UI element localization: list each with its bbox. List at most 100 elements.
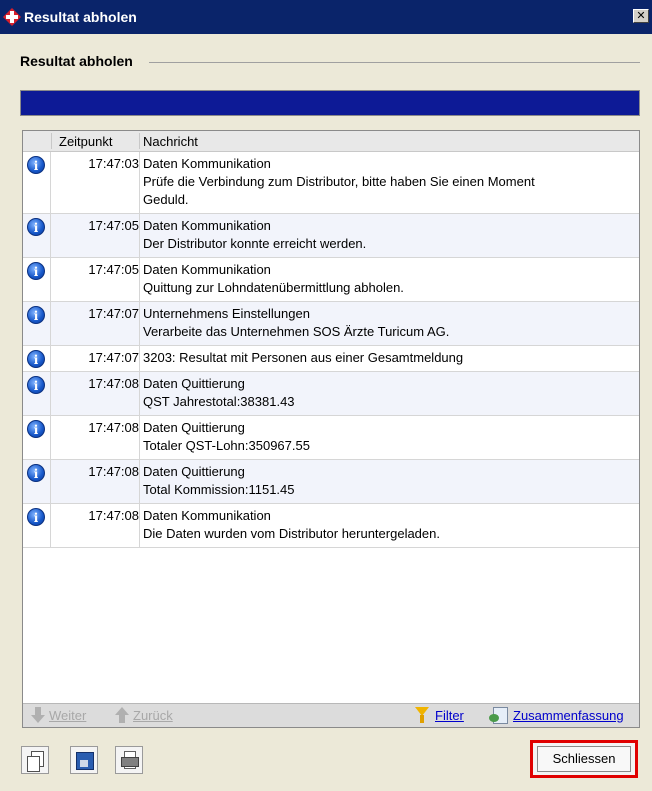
title-bar: Resultat abholen ✕ (0, 0, 652, 34)
column-separator (139, 504, 140, 547)
table-row[interactable]: i 17:47:05 Daten Kommunikation Der Distribu… (23, 214, 639, 258)
filter-icon (415, 707, 429, 723)
row-message-line: Daten Quittierung (143, 376, 245, 391)
row-message-line: 3203: Resultat mit Personen aus einer Ge… (143, 350, 464, 365)
row-message-line: QST Jahrestotal:38381.43 (143, 394, 295, 409)
row-message: Daten Quittierung Total Kommission:1151.4… (143, 460, 639, 503)
row-message-line: Daten Quittierung (143, 420, 245, 435)
row-message-line: Daten Kommunikation (143, 218, 271, 233)
row-message: Daten Kommunikation Die Daten wurden vom … (143, 504, 639, 547)
column-separator (139, 346, 140, 371)
filter-label: Filter (435, 707, 464, 723)
column-separator (139, 372, 140, 415)
row-icon-cell: i (23, 214, 51, 257)
window-close-button[interactable]: ✕ (633, 9, 649, 23)
row-time: 17:47:03 (88, 156, 139, 171)
column-header-message[interactable]: Nachricht (143, 134, 198, 149)
column-separator (139, 133, 140, 149)
row-message-line: Verarbeite das Unternehmen SOS Ärzte Tur… (143, 324, 450, 339)
info-icon: i (27, 156, 45, 174)
group-header: Resultat abholen (20, 52, 640, 70)
row-time: 17:47:07 (88, 350, 139, 365)
column-separator (139, 460, 140, 503)
row-message-line: Totaler QST-Lohn:350967.55 (143, 438, 310, 453)
column-header-time[interactable]: Zeitpunkt (59, 134, 112, 149)
column-separator (51, 133, 52, 149)
info-icon: i (27, 420, 45, 438)
next-label: Weiter (49, 707, 87, 723)
row-icon-cell: i (23, 302, 51, 345)
row-time: 17:47:08 (88, 376, 139, 391)
info-icon: i (27, 350, 45, 368)
summary-link[interactable]: Zusammenfassung (489, 707, 624, 724)
table-header: Zeitpunkt Nachricht (23, 131, 639, 152)
info-icon: i (27, 508, 45, 526)
table-row[interactable]: i 17:47:08 Daten Quittierung Total Kommissi… (23, 460, 639, 504)
table-row[interactable]: i 17:47:08 Daten Quittierung QST Jahrestota… (23, 372, 639, 416)
message-log-panel: Zeitpunkt Nachricht i 17:47:03 Daten Kommu… (22, 130, 640, 728)
row-message-line: Prüfe die Verbindung zum Distributor, bi… (143, 174, 535, 189)
row-time: 17:47:07 (88, 306, 139, 321)
row-message-line: Total Kommission:1151.45 (143, 482, 295, 497)
row-message: Daten Kommunikation Prüfe die Verbindung … (143, 152, 639, 213)
row-icon-cell: i (23, 460, 51, 503)
table-row[interactable]: i 17:47:07 3203: Resultat mit Personen aus… (23, 346, 639, 372)
table-row[interactable]: i 17:47:08 Daten Kommunikation Die Daten wu… (23, 504, 639, 548)
column-separator (139, 302, 140, 345)
table-row[interactable]: i 17:47:03 Daten Kommunikation Prüfe die Ve… (23, 152, 639, 214)
row-message: Daten Quittierung Totaler QST-Lohn:350967… (143, 416, 639, 459)
row-message: Unternehmens Einstellungen Verarbeite das… (143, 302, 639, 345)
summary-label: Zusammenfassung (513, 707, 624, 723)
row-time: 17:47:05 (88, 218, 139, 233)
row-message-line: Daten Kommunikation (143, 262, 271, 277)
row-message-line: Unternehmens Einstellungen (143, 306, 310, 321)
progress-bar (20, 90, 640, 116)
save-button[interactable] (70, 746, 98, 774)
summary-icon (489, 707, 509, 724)
back-label: Zurück (133, 707, 173, 723)
info-icon: i (27, 262, 45, 280)
row-message-line: Daten Kommunikation (143, 508, 271, 523)
row-message-line: Daten Quittierung (143, 464, 245, 479)
row-message-line: Geduld. (143, 192, 189, 207)
row-icon-cell: i (23, 504, 51, 547)
arrow-up-icon (115, 707, 129, 723)
row-message-line: Daten Kommunikation (143, 156, 271, 171)
column-separator (139, 214, 140, 257)
group-divider (148, 61, 640, 63)
group-label: Resultat abholen (20, 53, 133, 69)
column-separator (139, 258, 140, 301)
app-logo-icon (3, 8, 21, 26)
window-title: Resultat abholen (24, 9, 137, 25)
info-icon: i (27, 376, 45, 394)
row-message: Daten Quittierung QST Jahrestotal:38381.4… (143, 372, 639, 415)
row-icon-cell: i (23, 258, 51, 301)
table-row[interactable]: i 17:47:08 Daten Quittierung Totaler QST-Lo… (23, 416, 639, 460)
row-time: 17:47:08 (88, 420, 139, 435)
table-row[interactable]: i 17:47:07 Unternehmens Einstellungen Verar… (23, 302, 639, 346)
info-icon: i (27, 218, 45, 236)
column-separator (139, 416, 140, 459)
column-separator (139, 152, 140, 213)
filter-link[interactable]: Filter (415, 707, 464, 723)
print-button[interactable] (115, 746, 143, 774)
back-button[interactable]: Zurück (115, 707, 173, 723)
info-icon: i (27, 306, 45, 324)
next-button[interactable]: Weiter (31, 707, 86, 723)
table-body: i 17:47:03 Daten Kommunikation Prüfe die Ve… (23, 152, 639, 548)
arrow-down-icon (31, 707, 45, 723)
close-button[interactable]: Schliessen (537, 746, 631, 772)
row-time: 17:47:05 (88, 262, 139, 277)
close-button-highlight: Schliessen (530, 740, 638, 778)
table-row[interactable]: i 17:47:05 Daten Kommunikation Quittung zur… (23, 258, 639, 302)
row-message: 3203: Resultat mit Personen aus einer Ge… (143, 346, 639, 371)
row-time: 17:47:08 (88, 464, 139, 479)
row-time: 17:47:08 (88, 508, 139, 523)
log-navigation-bar: Weiter Zurück Filter Zusammenfassung (23, 703, 639, 727)
row-message-line: Quittung zur Lohndatenübermittlung abhol… (143, 280, 404, 295)
row-message: Daten Kommunikation Der Distributor konnt… (143, 214, 639, 257)
row-message-line: Die Daten wurden vom Distributor herunte… (143, 526, 440, 541)
info-icon: i (27, 464, 45, 482)
copy-button[interactable] (21, 746, 49, 774)
row-icon-cell: i (23, 416, 51, 459)
